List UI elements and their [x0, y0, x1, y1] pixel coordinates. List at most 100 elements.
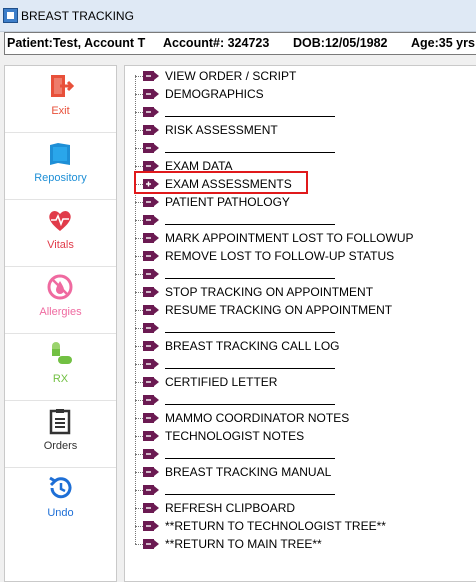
- tree-item[interactable]: REFRESH CLIPBOARD: [135, 499, 465, 517]
- arrow-node-icon[interactable]: [143, 251, 159, 261]
- tree-connector: [135, 76, 143, 77]
- blank-separator: [165, 404, 335, 405]
- repository-icon: [50, 143, 70, 165]
- sidebar-item-undo[interactable]: Undo: [5, 468, 116, 534]
- arrow-node-icon[interactable]: [143, 413, 159, 423]
- app-icon: [3, 8, 18, 23]
- arrow-node-icon[interactable]: [143, 341, 159, 351]
- window-title: BREAST TRACKING: [21, 9, 134, 23]
- tree-connector: [135, 238, 143, 239]
- tracking-tree: VIEW ORDER / SCRIPT DEMOGRAPHICS RISK ASSE…: [124, 65, 476, 582]
- blank-separator: [165, 332, 335, 333]
- tree-item-label: REMOVE LOST TO FOLLOW-UP STATUS: [165, 249, 395, 263]
- arrow-node-icon[interactable]: [143, 359, 159, 369]
- tree-item-label: TECHNOLOGIST NOTES: [165, 429, 305, 443]
- tree-connector: [135, 364, 143, 365]
- tree-item[interactable]: BREAST TRACKING MANUAL: [135, 463, 465, 481]
- sidebar-item-label: Orders: [43, 440, 78, 452]
- sidebar-item-rx[interactable]: RX: [5, 334, 116, 401]
- tree-connector: [135, 256, 143, 257]
- tree-item-blank[interactable]: [135, 139, 465, 157]
- tree-connector: [135, 130, 143, 131]
- tree-item[interactable]: VIEW ORDER / SCRIPT: [135, 67, 465, 85]
- arrow-node-icon[interactable]: [143, 521, 159, 531]
- allergies-icon: [47, 274, 73, 300]
- arrow-node-icon[interactable]: [143, 107, 159, 117]
- sidebar-item-orders[interactable]: Orders: [5, 401, 116, 468]
- patient-name: Patient:Test, Account T: [7, 36, 146, 50]
- arrow-node-icon[interactable]: [143, 269, 159, 279]
- tree-connector: [135, 436, 143, 437]
- sidebar-item-label: Exit: [51, 105, 70, 117]
- arrow-node-icon[interactable]: [143, 395, 159, 405]
- highlight-box: [134, 171, 308, 194]
- tree-item-label: **RETURN TO MAIN TREE**: [165, 537, 322, 551]
- sidebar-item-label: Repository: [34, 172, 87, 184]
- tree-item[interactable]: DEMOGRAPHICS: [135, 85, 465, 103]
- tree-connector: [135, 166, 143, 167]
- tree-connector: [135, 220, 143, 221]
- sidebar-item-repository[interactable]: Repository: [5, 133, 116, 200]
- tree-connector: [135, 346, 143, 347]
- arrow-node-icon[interactable]: [143, 125, 159, 135]
- tree-item-label: VIEW ORDER / SCRIPT: [165, 69, 297, 83]
- arrow-node-icon[interactable]: [143, 287, 159, 297]
- arrow-node-icon[interactable]: [143, 503, 159, 513]
- sidebar-item-exit[interactable]: Exit: [5, 66, 116, 133]
- tree-item-label: PATIENT PATHOLOGY: [165, 195, 290, 209]
- tree-item-label: BREAST TRACKING MANUAL: [165, 465, 332, 479]
- arrow-node-icon[interactable]: [143, 431, 159, 441]
- tree-item[interactable]: RESUME TRACKING ON APPOINTMENT: [135, 301, 465, 319]
- arrow-node-icon[interactable]: [143, 467, 159, 477]
- arrow-node-icon[interactable]: [143, 377, 159, 387]
- arrow-node-icon[interactable]: [143, 161, 159, 171]
- tree-item-blank[interactable]: [135, 355, 465, 373]
- sidebar-item-vitals[interactable]: Vitals: [5, 200, 116, 267]
- tree-item-label: BREAST TRACKING CALL LOG: [165, 339, 340, 353]
- tree-connector: [135, 544, 143, 545]
- blank-separator: [165, 278, 335, 279]
- tree-item[interactable]: CERTIFIED LETTER: [135, 373, 465, 391]
- tree-connector: [135, 526, 143, 527]
- vitals-icon: [49, 211, 71, 231]
- arrow-node-icon[interactable]: [143, 323, 159, 333]
- tree-connector: [135, 148, 143, 149]
- tree-item-blank[interactable]: [135, 265, 465, 283]
- arrow-node-icon[interactable]: [143, 71, 159, 81]
- arrow-node-icon[interactable]: [143, 197, 159, 207]
- tree-item-blank[interactable]: [135, 319, 465, 337]
- patient-age: Age:35 yrs: [411, 36, 475, 50]
- arrow-node-icon[interactable]: [143, 449, 159, 459]
- arrow-node-icon[interactable]: [143, 89, 159, 99]
- tree-item-label: RISK ASSESSMENT: [165, 123, 278, 137]
- tree-item-label: MARK APPOINTMENT LOST TO FOLLOWUP: [165, 231, 414, 245]
- blank-separator: [165, 116, 335, 117]
- tree-item-blank[interactable]: [135, 445, 465, 463]
- arrow-node-icon[interactable]: [143, 305, 159, 315]
- tree-item-blank[interactable]: [135, 481, 465, 499]
- arrow-node-icon[interactable]: [143, 485, 159, 495]
- arrow-node-icon[interactable]: [143, 143, 159, 153]
- tree-item[interactable]: **RETURN TO MAIN TREE**: [135, 535, 465, 553]
- tree-item[interactable]: **RETURN TO TECHNOLOGIST TREE**: [135, 517, 465, 535]
- tree-item-blank[interactable]: [135, 103, 465, 121]
- arrow-node-icon[interactable]: [143, 215, 159, 225]
- tree-item[interactable]: TECHNOLOGIST NOTES: [135, 427, 465, 445]
- tree-item[interactable]: MARK APPOINTMENT LOST TO FOLLOWUP: [135, 229, 465, 247]
- undo-icon: [49, 476, 72, 499]
- patient-account: Account#: 324723: [163, 36, 270, 50]
- tree-item-blank[interactable]: [135, 391, 465, 409]
- tree-item-label: RESUME TRACKING ON APPOINTMENT: [165, 303, 393, 317]
- tree-connector: [135, 94, 143, 95]
- tree-connector: [135, 292, 143, 293]
- sidebar-item-allergies[interactable]: Allergies: [5, 267, 116, 334]
- tree-item[interactable]: MAMMO COORDINATOR NOTES: [135, 409, 465, 427]
- tree-item[interactable]: STOP TRACKING ON APPOINTMENT: [135, 283, 465, 301]
- tree-item-blank[interactable]: [135, 211, 465, 229]
- tree-item[interactable]: BREAST TRACKING CALL LOG: [135, 337, 465, 355]
- tree-item[interactable]: REMOVE LOST TO FOLLOW-UP STATUS: [135, 247, 465, 265]
- tree-item[interactable]: RISK ASSESSMENT: [135, 121, 465, 139]
- arrow-node-icon[interactable]: [143, 233, 159, 243]
- tree-item[interactable]: PATIENT PATHOLOGY: [135, 193, 465, 211]
- arrow-node-icon[interactable]: [143, 539, 159, 549]
